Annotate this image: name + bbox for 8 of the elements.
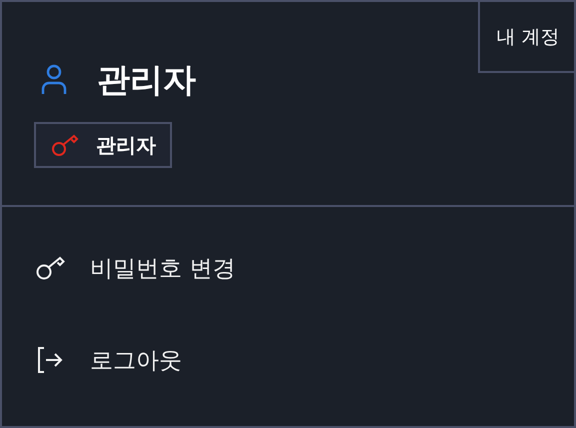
menu-item[interactable]: 로그아웃 [2,337,574,383]
key-icon [36,255,66,281]
menu-item[interactable]: 비밀번호 변경 [2,245,574,291]
key-icon [52,133,80,157]
user-icon [41,64,67,96]
user-name: 관리자 [97,58,196,100]
role-label: 관리자 [96,132,156,158]
account-tab[interactable]: 내 계정 [478,2,574,73]
